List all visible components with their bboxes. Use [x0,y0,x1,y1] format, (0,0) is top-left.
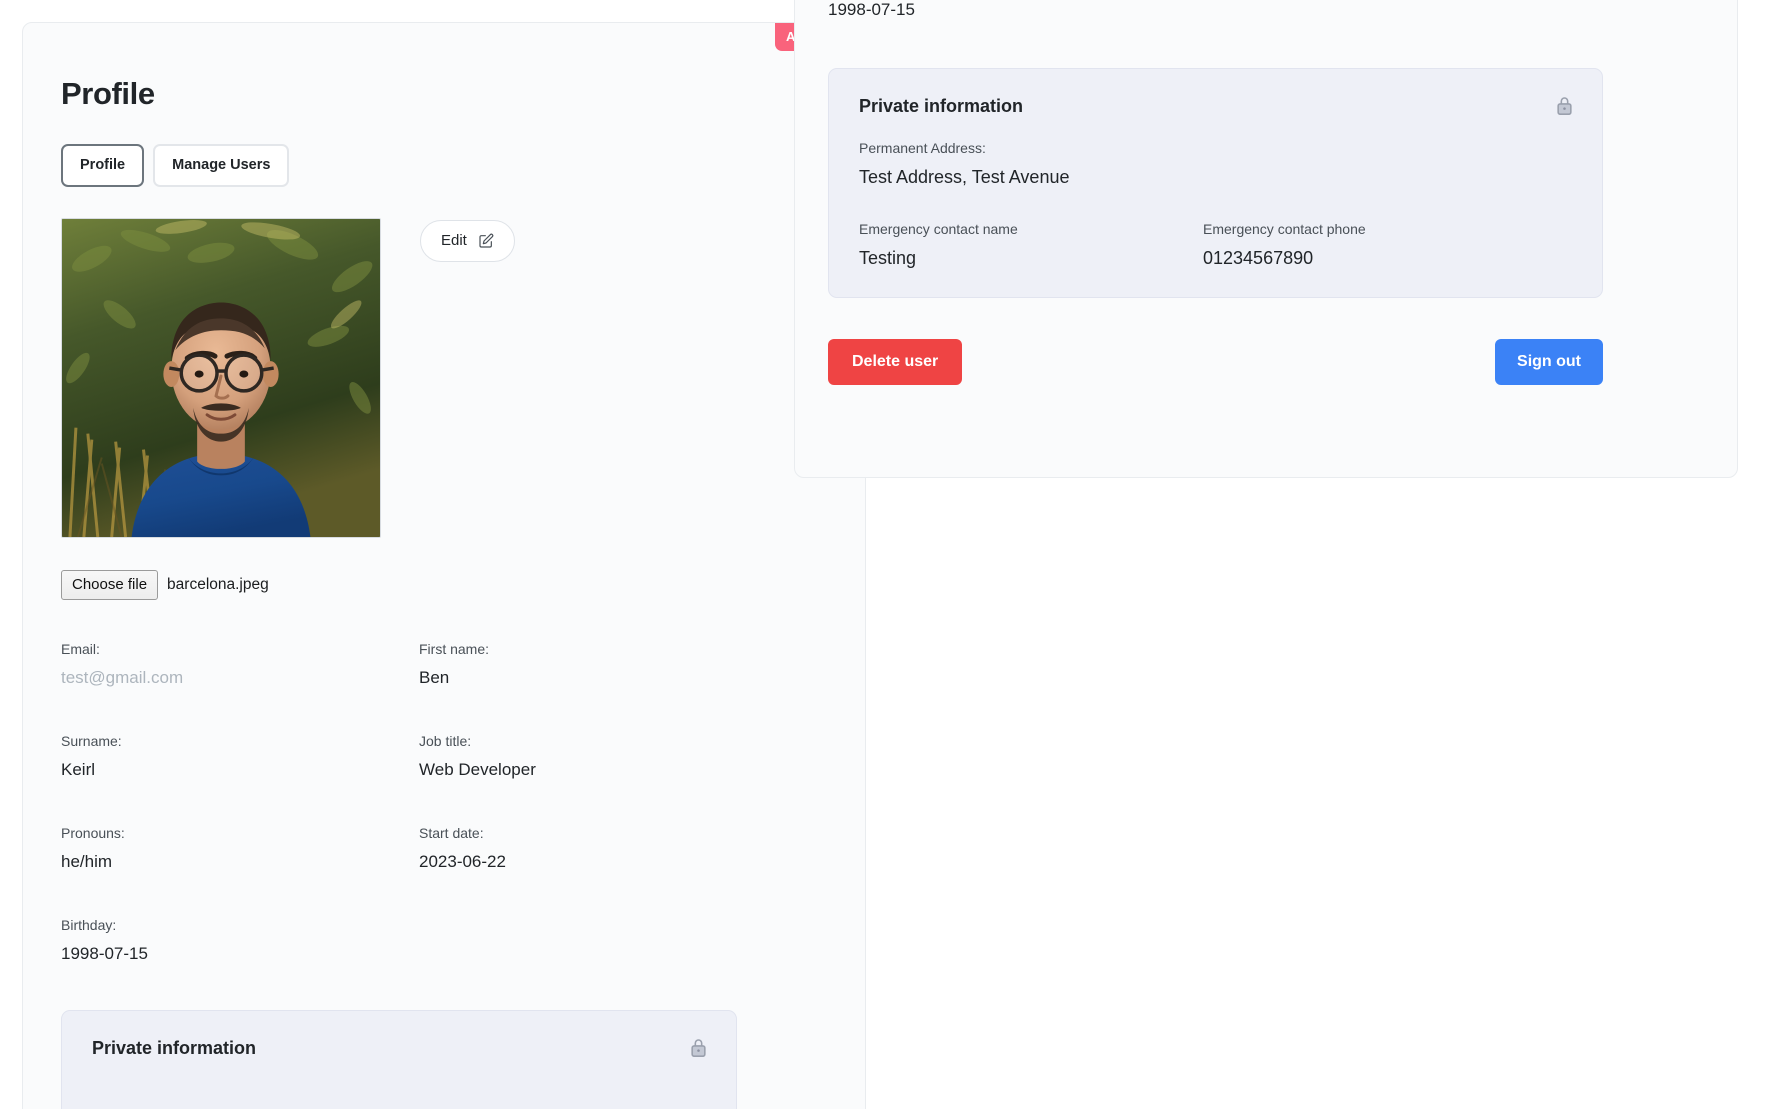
right-column: 1998-07-15 Private information Permanent… [794,0,1772,1109]
field-label: Start date: [419,824,484,841]
emergency-contact-grid: Emergency contact name Testing Emergency… [859,222,1572,267]
field-surname: Surname: Keirl [61,734,419,826]
emergency-contact-phone-value: 01234567890 [1203,248,1314,268]
chosen-file-name: barcelona.jpeg [167,575,269,593]
birthday-value-top: 1998-07-15 [828,0,915,19]
profile-fields: Email: test@gmail.com First name: Ben Su… [61,642,827,1010]
edit-button[interactable]: Edit [420,219,515,262]
field-label: Email: [61,640,100,657]
private-details-card: 1998-07-15 Private information Permanent… [794,0,1738,478]
field-start-date: Start date: 2023-06-22 [419,826,827,918]
lock-icon [689,1037,708,1058]
edit-pencil-icon [478,233,494,249]
action-row: Delete user Sign out [828,339,1603,385]
field-label: Job title: [419,732,472,749]
choose-file-button[interactable]: Choose file [61,569,159,600]
left-column: Admin Profile Profile Manage Users [0,0,866,1109]
field-label: Pronouns: [61,824,125,841]
tab-profile[interactable]: Profile [61,144,145,187]
tab-manage-users[interactable]: Manage Users [153,144,290,187]
email-field[interactable]: test@gmail.com [61,669,419,686]
private-information-title: Private information [92,1037,257,1058]
field-email: Email: test@gmail.com [61,642,419,734]
edit-button-label: Edit [441,232,467,249]
lock-icon [1555,95,1574,116]
private-information-section-left: Private information [61,1009,737,1109]
field-first-name: First name: Ben [419,642,827,734]
tab-bar: Profile Manage Users [61,144,827,187]
field-spacer [419,918,827,1010]
profile-card: Admin Profile Profile Manage Users [22,22,866,1109]
field-label: Surname: [61,732,122,749]
page-title: Profile [61,76,155,111]
profile-page: Admin Profile Profile Manage Users [0,0,1772,1109]
sign-out-button[interactable]: Sign out [1495,339,1603,385]
delete-user-button[interactable]: Delete user [828,339,963,385]
first-name-field[interactable]: Ben [419,669,827,686]
emergency-contact-name-block: Emergency contact name Testing [859,222,1203,267]
pronouns-field[interactable]: he/him [61,853,419,870]
file-upload-row[interactable]: Choose file barcelona.jpeg [61,569,827,600]
avatar [61,217,381,538]
permanent-address-label: Permanent Address: [859,140,986,156]
emergency-contact-phone-label: Emergency contact phone [1203,221,1366,237]
emergency-contact-name-label: Emergency contact name [859,221,1018,237]
field-label: First name: [419,640,490,657]
emergency-contact-name-value: Testing [859,248,917,268]
field-job-title: Job title: Web Developer [419,734,827,826]
birthday-field[interactable]: 1998-07-15 [61,945,419,962]
field-label: Birthday: [61,916,117,933]
emergency-contact-phone-block: Emergency contact phone 01234567890 [1203,222,1572,267]
surname-field[interactable]: Keirl [61,761,419,778]
permanent-address-value: Test Address, Test Avenue [859,167,1070,187]
start-date-field[interactable]: 2023-06-22 [419,853,827,870]
job-title-field[interactable]: Web Developer [419,761,827,778]
field-birthday: Birthday: 1998-07-15 [61,918,419,1010]
private-information-title: Private information [859,96,1024,116]
photo-row: Edit [61,217,827,538]
private-information-section: Private information Permanent Address: T… [828,68,1603,298]
field-pronouns: Pronouns: he/him [61,826,419,918]
